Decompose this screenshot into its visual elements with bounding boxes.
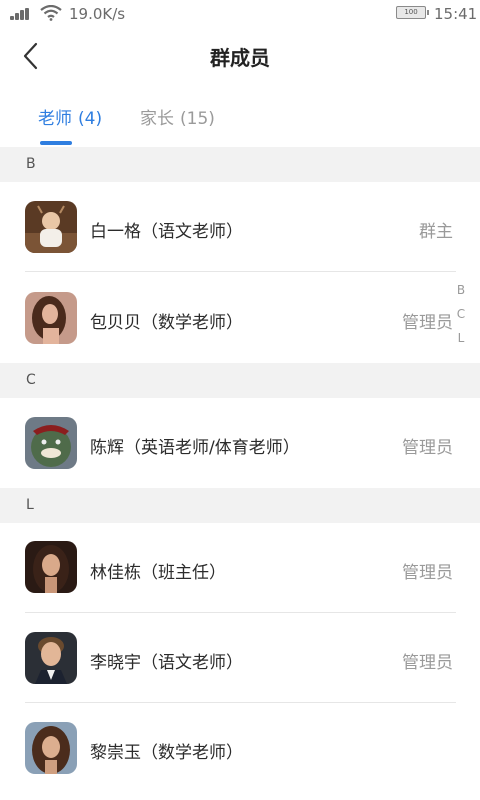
tab-teachers-count: (4): [78, 109, 103, 129]
index-letter-b[interactable]: B: [450, 278, 472, 302]
tab-bar: 老师 (4) 家长 (15): [0, 92, 480, 146]
index-letter-l[interactable]: L: [450, 326, 472, 350]
member-row[interactable]: 包贝贝（数学老师） 管理员: [0, 272, 480, 362]
tab-teachers[interactable]: 老师 (4): [38, 104, 102, 146]
section-header-l: L: [0, 488, 480, 523]
member-row[interactable]: 白一格（语文老师） 群主: [0, 182, 480, 272]
avatar: [25, 201, 77, 253]
tab-parents-label: 家长: [140, 109, 174, 129]
member-row[interactable]: 李晓宇（语文老师） 管理员: [0, 613, 480, 703]
avatar: [25, 632, 77, 684]
wifi-icon: [40, 5, 62, 21]
section-header-b: B: [0, 147, 480, 182]
member-role: 管理员: [402, 653, 453, 673]
member-row[interactable]: 黎崇玉（数学老师）: [0, 703, 480, 793]
tab-parents-count: (15): [180, 109, 215, 129]
signal-icon: [10, 8, 32, 20]
battery-icon: 100: [396, 6, 429, 19]
alphabet-index[interactable]: B C L: [450, 278, 472, 350]
member-name: 李晓宇（语文老师）: [90, 653, 243, 673]
member-name: 白一格（语文老师）: [90, 222, 243, 242]
section-header-c: C: [0, 363, 480, 398]
status-bar: 19.0K/s 100 15:41: [0, 0, 480, 28]
network-speed: 19.0K/s: [69, 5, 126, 23]
avatar: [25, 541, 77, 593]
page-title: 群成员: [210, 46, 270, 70]
member-role: 管理员: [402, 313, 453, 333]
tab-parents[interactable]: 家长 (15): [140, 104, 215, 146]
member-row[interactable]: 陈辉（英语老师/体育老师） 管理员: [0, 398, 480, 488]
index-letter-c[interactable]: C: [450, 302, 472, 326]
member-role: 群主: [419, 222, 453, 242]
avatar: [25, 292, 77, 344]
member-name: 包贝贝（数学老师）: [90, 313, 243, 333]
avatar: [25, 722, 77, 774]
avatar: [25, 417, 77, 469]
member-role: 管理员: [402, 438, 453, 458]
member-role: 管理员: [402, 563, 453, 583]
clock: 15:41: [434, 5, 478, 23]
active-tab-indicator: [40, 141, 72, 145]
member-name: 陈辉（英语老师/体育老师）: [90, 438, 300, 458]
tab-teachers-label: 老师: [38, 109, 72, 129]
member-name: 林佳栋（班主任）: [90, 563, 226, 583]
nav-bar: 群成员: [0, 28, 480, 84]
member-row[interactable]: 林佳栋（班主任） 管理员: [0, 523, 480, 613]
member-name: 黎崇玉（数学老师）: [90, 743, 243, 763]
